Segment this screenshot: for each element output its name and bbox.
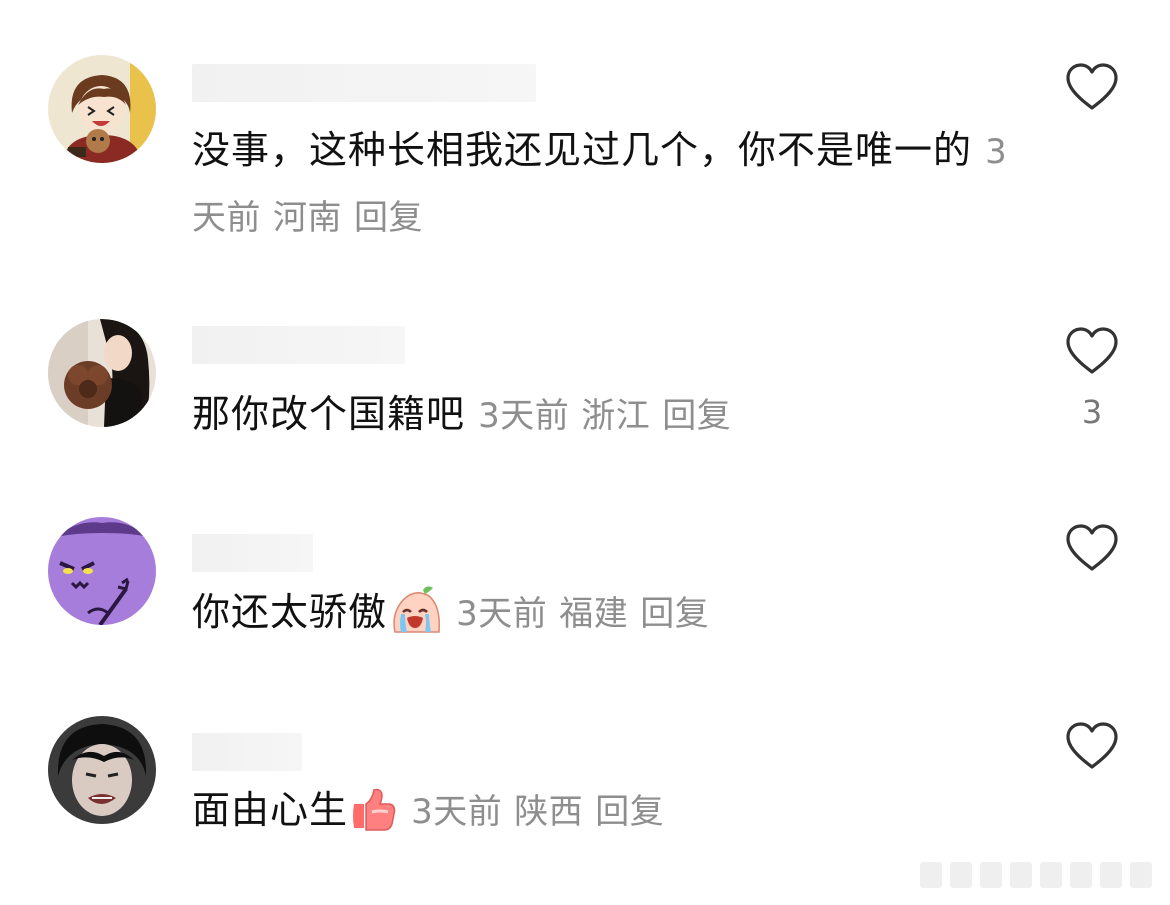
comment-location: 陕西 [514,792,584,832]
heart-icon [1066,722,1118,769]
reply-button[interactable]: 回复 [662,396,731,436]
avatar[interactable] [48,319,156,427]
comment-time: 3天前 [411,792,503,832]
comment-text: 没事，这种长相我还见过几个，你不是唯一的 [192,128,973,172]
comment-time: 3天前 [456,594,548,634]
username-redacted [192,534,313,572]
avatar[interactable] [48,517,156,625]
comment-body: 你还太骄傲 3天前 福建 回复 [192,580,1022,653]
avatar[interactable] [48,55,156,163]
heart-icon [1066,63,1118,110]
reply-button[interactable]: 回复 [640,594,709,634]
heart-icon [1066,524,1118,571]
comment-body: 那你改个国籍吧 3天前 浙江 回复 [192,382,1022,448]
comment-location: 浙江 [581,396,651,436]
username-redacted [192,733,302,771]
comment-text: 你还太骄傲 [192,590,388,634]
like-button[interactable] [1064,62,1120,112]
like-button[interactable] [1064,523,1120,573]
username-redacted [192,64,536,102]
comment-time: 3天前 [478,396,570,436]
heart-icon [1066,327,1118,374]
avatar[interactable] [48,716,156,824]
username-redacted [192,326,405,364]
comment-body: 没事，这种长相我还见过几个，你不是唯一的 3天前 河南 回复 [192,118,1022,250]
like-button[interactable] [1064,721,1120,771]
watermark [920,862,1160,892]
thumbs-up-emoji [350,786,398,851]
crying-face-emoji [389,584,443,653]
comment-body: 面由心生 3天前 陕西 回复 [192,778,1022,851]
like-count: 3 [1081,393,1103,431]
comment-location: 河南 [273,198,342,238]
comment-location: 福建 [559,594,629,634]
comment-text: 面由心生 [192,788,349,832]
reply-button[interactable]: 回复 [595,792,664,832]
reply-button[interactable]: 回复 [354,198,423,238]
comment-text: 那你改个国籍吧 [192,392,466,436]
comment-list: 没事，这种长相我还见过几个，你不是唯一的 3天前 河南 回复 那你改个国籍吧 3… [0,0,1170,905]
like-button[interactable] [1064,326,1120,376]
